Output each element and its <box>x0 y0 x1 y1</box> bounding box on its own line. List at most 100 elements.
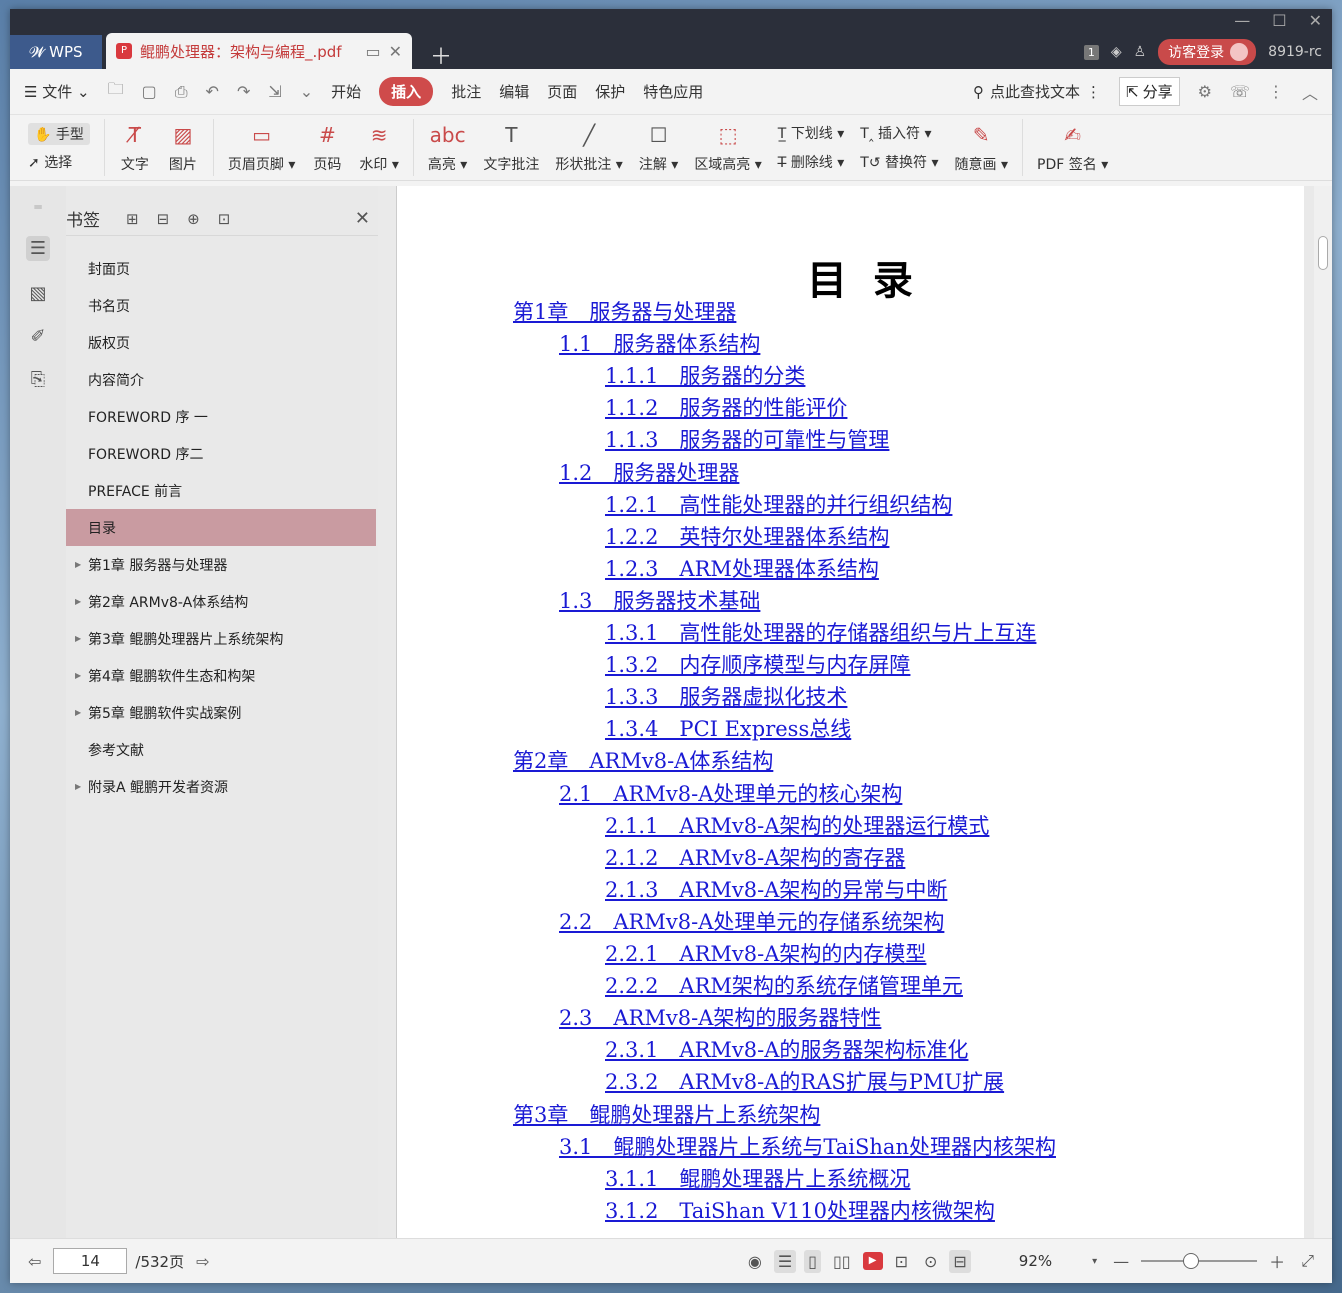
area-highlight-button[interactable]: ⬚ 区域高亮 ▾ <box>688 119 767 176</box>
toc-link-level-3[interactable]: 3.1.1 鲲鹏处理器片上系统概况 <box>605 1163 910 1193</box>
tab-edit[interactable]: 编辑 <box>499 81 529 102</box>
document-tab[interactable]: P 鲲鹏处理器：架构与编程_.pdf ▭ ✕ <box>106 33 412 69</box>
toc-link-level-2[interactable]: 1.2 服务器处理器 <box>559 457 739 487</box>
two-page-icon[interactable]: ▯▯ <box>829 1250 855 1273</box>
toc-link-level-3[interactable]: 2.3.1 ARMv8-A的服务器架构标准化 <box>605 1034 968 1064</box>
chat-icon[interactable]: ☏ <box>1230 82 1250 101</box>
toc-link-level-3[interactable]: 2.3.2 ARMv8-A的RAS扩展与PMU扩展 <box>605 1066 1004 1096</box>
highlight-button[interactable]: abc 高亮 ▾ <box>422 119 473 176</box>
expand-arrow-icon[interactable]: ▶ <box>75 560 81 569</box>
toc-link-level-3[interactable]: 2.1.2 ARMv8-A架构的寄存器 <box>605 842 905 872</box>
expand-arrow-icon[interactable]: ▶ <box>75 597 81 606</box>
tab-page[interactable]: 页面 <box>547 81 577 102</box>
bookmark-item[interactable]: ▶ 附录A 鲲鹏开发者资源 <box>66 768 376 805</box>
monitor-icon[interactable]: ▭ <box>365 42 380 61</box>
wps-home-tab[interactable]: 𝓦 WPS <box>10 35 102 69</box>
tab-start[interactable]: 开始 <box>331 81 361 102</box>
scroll-thumb[interactable] <box>1318 236 1328 270</box>
tab-special[interactable]: 特色应用 <box>643 81 703 102</box>
expand-arrow-icon[interactable]: ▶ <box>75 634 81 643</box>
watermark-button[interactable]: ≋ 水印 ▾ <box>353 119 404 176</box>
freehand-button[interactable]: ✎ 随意画 ▾ <box>949 119 1014 176</box>
bookmark-item[interactable]: 版权页 <box>66 324 376 361</box>
zoom-slider[interactable] <box>1141 1253 1258 1269</box>
bookmark-item[interactable]: FOREWORD 序 一 <box>66 398 376 435</box>
fit-page-icon[interactable]: ⊙ <box>920 1250 941 1273</box>
redo-icon[interactable]: ↷ <box>237 82 250 101</box>
signature-panel-icon[interactable]: ⎘ <box>31 369 45 390</box>
next-page-icon[interactable]: ⇨ <box>192 1250 213 1273</box>
bookmark-item[interactable]: ▶ 第5章 鲲鹏软件实战案例 <box>66 694 376 731</box>
toc-link-level-3[interactable]: 1.1.1 服务器的分类 <box>605 360 805 390</box>
toc-link-level-2[interactable]: 1.1 服务器体系结构 <box>559 328 760 358</box>
window-count-badge[interactable]: 1 <box>1083 44 1099 60</box>
bookmark-item[interactable]: ▶ 第3章 鲲鹏处理器片上系统架构 <box>66 620 376 657</box>
skin-icon[interactable]: ♙ <box>1134 44 1147 60</box>
tab-protect[interactable]: 保护 <box>595 81 625 102</box>
bookmark-item[interactable]: 参考文献 <box>66 731 376 768</box>
header-footer-button[interactable]: ▭ 页眉页脚 ▾ <box>222 119 301 176</box>
bookmark-item[interactable]: ▶ 第4章 鲲鹏软件生态和构架 <box>66 657 376 694</box>
thumbnail-panel-icon[interactable]: ▧ <box>29 283 46 304</box>
zoom-level[interactable]: 92% <box>1019 1252 1052 1270</box>
fullscreen-icon[interactable]: ⤢ <box>1297 1249 1318 1273</box>
find-text-button[interactable]: ⚲ 点此查找文本 ⋮ <box>973 81 1101 102</box>
toc-link-level-3[interactable]: 1.3.4 PCI Express总线 <box>605 713 851 743</box>
hand-tool-button[interactable]: ✋ 手型 <box>28 122 90 145</box>
undo-icon[interactable]: ↶ <box>206 82 219 101</box>
close-window-icon[interactable]: ✕ <box>1309 11 1322 30</box>
add-bookmark-icon[interactable]: ⊕ <box>187 210 200 228</box>
minimize-icon[interactable]: — <box>1234 11 1250 30</box>
toc-link-level-1[interactable]: 第2章 ARMv8-A体系结构 <box>513 745 773 775</box>
zoom-in-icon[interactable]: ＋ <box>1265 1247 1289 1275</box>
bookmark-settings-icon[interactable]: ⊡ <box>218 210 231 228</box>
toc-link-level-3[interactable]: 2.1.3 ARMv8-A架构的异常与中断 <box>605 874 947 904</box>
share-button[interactable]: ⇱ 分享 <box>1119 77 1180 106</box>
save-icon[interactable]: ▢ <box>142 82 157 101</box>
bookmark-item[interactable]: 内容简介 <box>66 361 376 398</box>
toc-link-level-3[interactable]: 3.1.2 TaiShan V110处理器内核微架构 <box>605 1195 995 1225</box>
collapse-all-icon[interactable]: ⊟ <box>157 210 170 228</box>
toc-link-level-3[interactable]: 1.2.3 ARM处理器体系结构 <box>605 553 879 583</box>
replace-mark-button[interactable]: T↺ 替换符 ▾ <box>860 152 938 172</box>
collapse-ribbon-icon[interactable]: ︿ <box>1302 80 1318 104</box>
toc-link-level-3[interactable]: 1.3.1 高性能处理器的存储器组织与片上互连 <box>605 617 1036 647</box>
tab-comment[interactable]: 批注 <box>451 81 481 102</box>
expand-arrow-icon[interactable]: ▶ <box>75 671 81 680</box>
toc-link-level-3[interactable]: 2.2.2 ARM架构的系统存储管理单元 <box>605 970 963 1000</box>
close-panel-icon[interactable]: ✕ <box>355 208 370 229</box>
bookmark-item[interactable]: 封面页 <box>66 250 376 287</box>
play-icon[interactable]: ▶ <box>862 1252 883 1270</box>
bookmark-item[interactable]: ▶ 第1章 服务器与处理器 <box>66 546 376 583</box>
new-tab-button[interactable]: ＋ <box>430 39 452 71</box>
theme-icon[interactable]: ◈ <box>1111 44 1122 60</box>
maximize-icon[interactable]: ☐ <box>1272 11 1286 30</box>
toc-link-level-3[interactable]: 1.1.2 服务器的性能评价 <box>605 392 847 422</box>
print-icon[interactable]: ⎙ <box>175 82 188 102</box>
toc-link-level-2[interactable]: 1.3 服务器技术基础 <box>559 585 760 615</box>
expand-arrow-icon[interactable]: ▶ <box>75 782 81 791</box>
pdf-sign-button[interactable]: ✍ PDF 签名 ▾ <box>1031 119 1114 176</box>
more-icon[interactable]: ⋮ <box>1268 82 1284 101</box>
bookmark-item[interactable]: ▶ 第2章 ARMv8-A体系结构 <box>66 583 376 620</box>
toc-link-level-3[interactable]: 1.3.3 服务器虚拟化技术 <box>605 681 847 711</box>
underline-button[interactable]: T̲ 下划线 ▾ <box>778 123 845 143</box>
toc-link-level-3[interactable]: 1.1.3 服务器的可靠性与管理 <box>605 424 889 454</box>
insert-mark-button[interactable]: T‸ 插入符 ▾ <box>860 123 938 143</box>
fit-width-icon[interactable]: ⊟ <box>949 1249 971 1273</box>
select-tool-button[interactable]: ➚ 选择 <box>28 152 90 172</box>
bookmark-item-selected[interactable]: 目录 <box>66 509 376 546</box>
toc-link-level-2[interactable]: 2.1 ARMv8-A处理单元的核心架构 <box>559 778 902 808</box>
bookmark-item[interactable]: 书名页 <box>66 287 376 324</box>
expand-arrow-icon[interactable]: ▶ <box>75 708 81 717</box>
insert-text-button[interactable]: T̸ 文字 <box>113 119 157 176</box>
settings-icon[interactable]: ⚙ <box>1198 82 1212 101</box>
annotation-panel-icon[interactable]: ✐ <box>30 326 45 347</box>
zoom-dropdown-icon[interactable]: ▾ <box>1088 1254 1101 1269</box>
more-quick-icon[interactable]: ⌄ <box>300 82 313 101</box>
open-folder-icon[interactable]: 🗀 <box>108 78 124 105</box>
toc-link-level-3[interactable]: 1.2.1 高性能处理器的并行组织结构 <box>605 489 952 519</box>
text-comment-button[interactable]: T 文字批注 <box>477 119 545 176</box>
bookmark-item[interactable]: PREFACE 前言 <box>66 472 376 509</box>
prev-page-icon[interactable]: ⇦ <box>24 1250 45 1273</box>
